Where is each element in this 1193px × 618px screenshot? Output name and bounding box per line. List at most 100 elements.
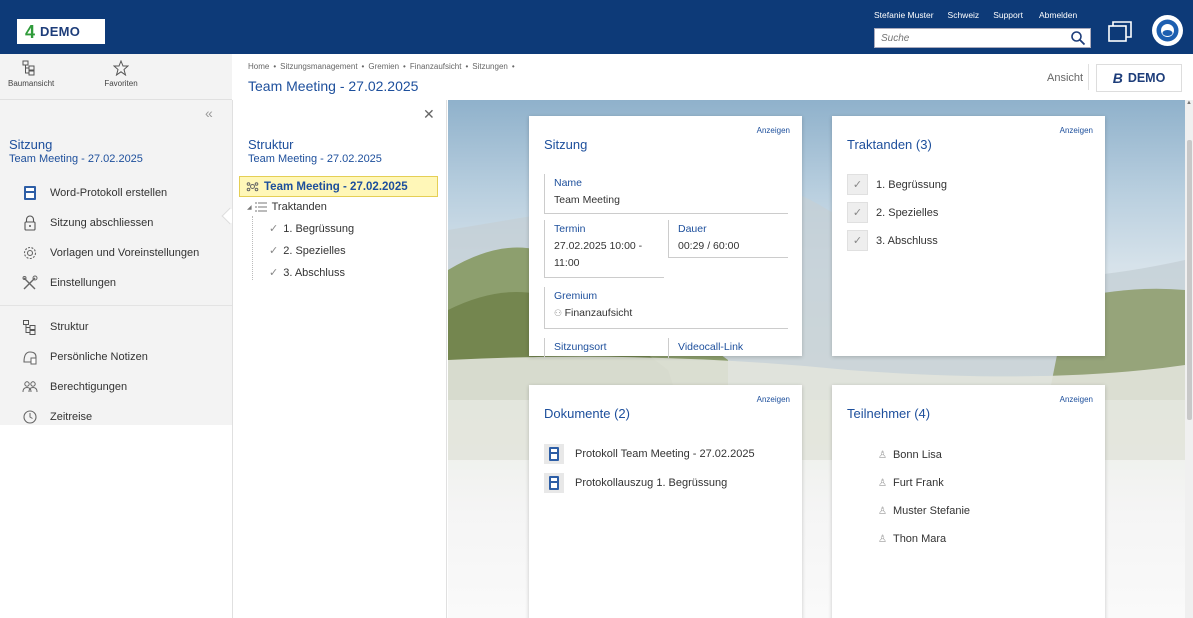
card-traktanden: Anzeigen Traktanden (3) ✓ 1. Begrüssung … [832,116,1105,356]
app-logo[interactable]: 4 DEMO [17,19,105,44]
scroll-up-arrow-icon[interactable]: ▲ [1186,100,1192,106]
document-label: Protokoll Team Meeting - 27.02.2025 [575,448,755,460]
user-name-link[interactable]: Stefanie Muster [874,10,934,20]
field-name: Name Team Meeting [544,174,788,214]
main-content: Anzeigen Sitzung Name Team Meeting Termi… [448,100,1185,618]
check-icon: ✓ [269,223,279,235]
gear-icon [23,246,37,260]
logout-link[interactable]: Abmelden [1039,10,1077,20]
traktandum-item-1[interactable]: ✓ 1. Begrüssung [847,174,947,195]
participant-item-3[interactable]: ♙ Muster Stefanie [878,505,970,517]
tree-node-meeting[interactable]: Team Meeting - 27.02.2025 [239,176,438,197]
participant-item-2[interactable]: ♙ Furt Frank [878,477,944,489]
field-value: 00:29 / 60:00 [678,240,740,252]
windows-icon[interactable] [1108,21,1132,43]
show-link[interactable]: Anzeigen [757,126,790,135]
field-dauer: Dauer 00:29 / 60:00 [668,220,788,258]
field-label: Gremium [554,290,598,302]
card-teilnehmer: Anzeigen Teilnehmer (4) ♙ Bonn Lisa ♙ Fu… [832,385,1105,618]
menu-item-label: Berechtigungen [50,381,128,393]
tree-node-item-2[interactable]: ✓ 2. Spezielles [269,244,346,258]
document-item-2[interactable]: Protokollauszug 1. Begrüssung [544,473,727,493]
view-button[interactable]: Ansicht [1047,72,1083,84]
breadcrumb-home[interactable]: Home [248,62,269,71]
traktandum-label: 1. Begrüssung [876,178,947,191]
field-videocall: Videocall-Link [668,338,788,358]
card-sitzung: Anzeigen Sitzung Name Team Meeting Termi… [529,116,802,358]
show-link[interactable]: Anzeigen [1060,395,1093,404]
check-icon[interactable]: ✓ [847,230,868,251]
card-title: Traktanden (3) [847,137,932,152]
card-title: Teilnehmer (4) [847,406,931,421]
support-link[interactable]: Support [993,10,1023,20]
person-icon: ♙ [878,449,887,461]
tree-icon [22,60,35,76]
brand-logo: B DEMO [1096,64,1182,92]
tree-node-traktanden[interactable]: ◢ Traktanden [247,201,327,213]
breadcrumb-gremien[interactable]: Gremien [368,62,399,71]
profile-avatar-icon[interactable] [1151,14,1184,47]
breadcrumb-finanzaufsicht[interactable]: Finanzaufsicht [410,62,462,71]
menu-item-berechtigungen[interactable]: Berechtigungen [0,372,232,402]
scrollbar-thumb[interactable] [1187,140,1192,420]
traktandum-item-2[interactable]: ✓ 2. Spezielles [847,202,938,223]
show-link[interactable]: Anzeigen [757,395,790,404]
expand-triangle-icon[interactable]: ◢ [247,204,252,211]
participant-name: Thon Mara [892,533,947,545]
users-icon [22,381,38,393]
card-title: Sitzung [544,137,588,152]
page-header: Home • Sitzungsmanagement • Gremien • Finan… [232,54,1193,100]
tree-guide-line [252,216,253,280]
menu-item-label: Struktur [50,321,89,333]
country-link[interactable]: Schweiz [948,10,980,20]
participant-item-1[interactable]: ♙ Bonn Lisa [878,449,942,461]
tree-view-button[interactable]: Baumansicht [8,58,54,88]
tree-view-label: Baumansicht [8,79,55,88]
menu-item-sitzung-abschliessen[interactable]: Sitzung abschliessen [0,208,232,238]
tree-node-item-3[interactable]: ✓ 3. Abschluss [269,266,345,280]
check-icon[interactable]: ✓ [847,174,868,195]
menu-item-struktur[interactable]: Struktur [0,312,232,342]
field-label: Sitzungsort [554,341,607,353]
participant-name: Furt Frank [892,477,944,489]
check-icon: ✓ [269,267,279,279]
breadcrumb-sitzungsmanagement[interactable]: Sitzungsmanagement [280,62,357,71]
menu-item-einstellungen[interactable]: Einstellungen [0,268,232,298]
search-icon[interactable] [1070,30,1086,46]
structure-heading: Struktur Team Meeting - 27.02.2025 [248,137,382,165]
document-item-1[interactable]: Protokoll Team Meeting - 27.02.2025 [544,444,755,464]
show-link[interactable]: Anzeigen [1060,126,1093,135]
person-icon: ♙ [878,477,887,489]
search-box [874,28,1091,48]
check-icon[interactable]: ✓ [847,202,868,223]
traktandum-label: 3. Abschluss [876,234,938,247]
field-label: Termin [554,223,586,235]
document-label: Protokollauszug 1. Begrüssung [575,477,728,489]
sidebar-title: Sitzung [9,137,53,152]
person-icon: ♙ [878,533,887,545]
star-icon [113,60,129,76]
field-value: 27.02.2025 10:00 - 11:00 [554,240,643,269]
tree-node-label: 3. Abschluss [283,266,345,279]
favorites-button[interactable]: Favoriten [100,58,142,88]
card-dokumente: Anzeigen Dokumente (2) Protokoll Team Me… [529,385,802,618]
field-sitzungsort: Sitzungsort [544,338,664,358]
menu-item-vorlagen[interactable]: Vorlagen und Voreinstellungen [0,238,232,268]
breadcrumb-sitzungen[interactable]: Sitzungen [472,62,508,71]
tree-node-item-1[interactable]: ✓ 1. Begrüssung [269,222,354,236]
collapse-sidebar-icon[interactable]: « [205,105,213,121]
menu-item-zeitreise[interactable]: Zeitreise [0,402,232,432]
menu-item-notizen[interactable]: Persönliche Notizen [0,342,232,372]
menu-item-label: Persönliche Notizen [50,351,148,363]
traktandum-item-3[interactable]: ✓ 3. Abschluss [847,230,938,251]
participant-item-4[interactable]: ♙ Thon Mara [878,533,946,545]
person-icon: ♙ [878,505,887,517]
menu-item-word-protokoll[interactable]: Word-Protokoll erstellen [0,178,232,208]
participant-name: Muster Stefanie [892,505,971,517]
close-icon[interactable]: ✕ [423,106,435,123]
favorites-label: Favoriten [104,79,138,88]
tree-node-label: Team Meeting - 27.02.2025 [264,180,408,193]
page-title: Team Meeting - 27.02.2025 [248,78,419,94]
search-input[interactable] [875,29,1060,47]
menu-item-label: Zeitreise [50,411,93,423]
